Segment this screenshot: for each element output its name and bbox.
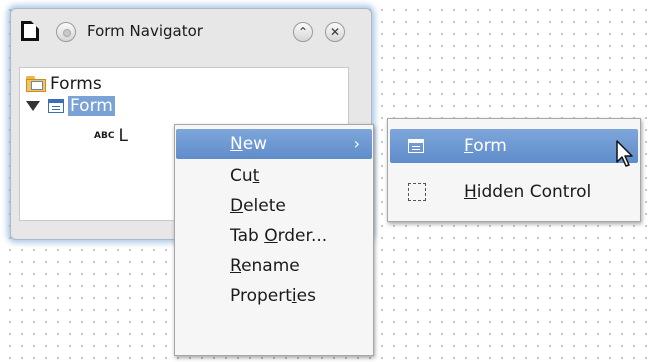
menu-item-rest: elete: [243, 196, 286, 216]
menu-item-rest: rder...: [277, 226, 328, 246]
menu-item-mnemonic: D: [230, 196, 244, 216]
title-bar[interactable]: Form Navigator ⌃ ✕: [11, 9, 371, 55]
submenu-item-hidden-control[interactable]: Hidden Control: [390, 175, 638, 209]
menu-item-mnemonic: R: [230, 256, 242, 276]
menu-item-rest: idden Control: [476, 182, 592, 202]
hidden-control-icon: [408, 183, 426, 201]
expand-triangle-icon[interactable]: [26, 101, 40, 111]
mouse-pointer-icon: [616, 140, 633, 167]
menu-item-rest: ew: [242, 134, 268, 154]
menu-item-mnemonic: O: [264, 226, 278, 246]
menu-item-tab-order[interactable]: Tab Order...: [176, 221, 372, 251]
menu-item-mnemonic: N: [230, 134, 243, 154]
window-title: Form Navigator: [87, 22, 203, 40]
submenu-arrow-icon: ›: [353, 134, 360, 153]
menu-item-delete[interactable]: Delete: [176, 191, 372, 221]
submenu-item-form[interactable]: Form: [390, 129, 638, 163]
menu-item-mnemonic: H: [464, 182, 477, 202]
forms-folder-icon: [26, 76, 46, 92]
tree-item-label-control[interactable]: ABC L: [94, 126, 128, 148]
tree-item-label: Form: [68, 96, 115, 116]
menu-item-rest: es: [296, 286, 316, 306]
label-control-icon: ABC: [94, 131, 115, 141]
form-icon: [408, 139, 424, 153]
form-icon: [48, 99, 64, 113]
menu-item-properties[interactable]: Properties: [176, 281, 372, 311]
new-submenu: Form Hidden Control: [387, 118, 641, 222]
menu-item-rest: orm: [473, 136, 507, 156]
close-button[interactable]: ✕: [325, 22, 345, 42]
form-navigator-app-icon[interactable]: [21, 21, 39, 41]
tree-item-form[interactable]: Form: [26, 96, 115, 118]
menu-item-mnemonic: F: [464, 136, 474, 156]
menu-item-new[interactable]: New ›: [176, 129, 372, 159]
menu-item-rename[interactable]: Rename: [176, 251, 372, 281]
menu-item-prefix: Cu: [230, 166, 253, 186]
context-menu: New › Cut Delete Tab Order... Rename Pro…: [174, 124, 374, 356]
menu-item-rest: ename: [241, 256, 300, 276]
menu-item-prefix: Propert: [230, 286, 292, 306]
menu-item-mnemonic: t: [252, 166, 260, 186]
menu-item-cut[interactable]: Cut: [176, 161, 372, 191]
tree-item-forms[interactable]: Forms: [26, 74, 102, 96]
window-menu-button[interactable]: [56, 22, 76, 42]
shade-button[interactable]: ⌃: [293, 22, 313, 42]
tree-item-label: Forms: [50, 74, 102, 94]
tree-item-label: L: [118, 126, 128, 146]
menu-item-prefix: Tab: [230, 226, 265, 246]
